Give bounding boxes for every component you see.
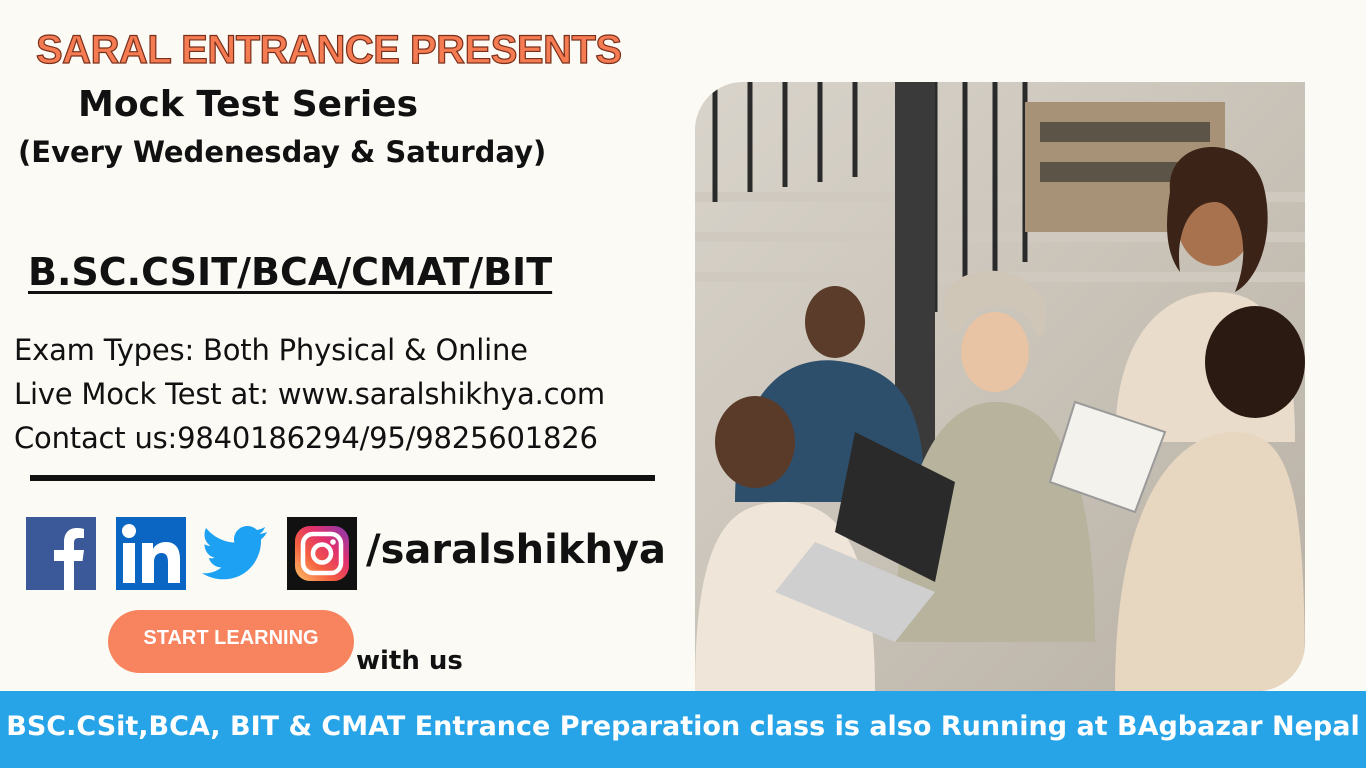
schedule-text: (Every Wedenesday & Saturday) xyxy=(18,135,547,169)
cta-suffix: with us xyxy=(356,646,463,676)
footer-banner: BSC.CSit,BCA, BIT & CMAT Entrance Prepar… xyxy=(0,691,1366,768)
live-test-text: Live Mock Test at: www.saralshikhya.com xyxy=(14,377,605,411)
students-photo xyxy=(695,82,1305,691)
headline: SARAL ENTRANCE PRESENTS xyxy=(35,27,622,72)
series-title: Mock Test Series xyxy=(78,84,419,125)
contact-text: Contact us:9840186294/95/9825601826 xyxy=(14,421,598,455)
social-handle: /saralshikhya xyxy=(366,527,666,573)
facebook-icon[interactable] xyxy=(26,517,96,590)
programs-heading: B.SC.CSIT/BCA/CMAT/BIT xyxy=(28,250,553,294)
twitter-icon[interactable] xyxy=(199,517,269,590)
start-learning-button[interactable]: START LEARNING xyxy=(108,610,354,673)
linkedin-icon[interactable] xyxy=(116,517,186,590)
instagram-icon[interactable] xyxy=(287,517,357,590)
footer-banner-text: BSC.CSit,BCA, BIT & CMAT Entrance Prepar… xyxy=(6,711,1360,742)
exam-types-text: Exam Types: Both Physical & Online xyxy=(14,333,528,367)
divider xyxy=(30,475,655,481)
